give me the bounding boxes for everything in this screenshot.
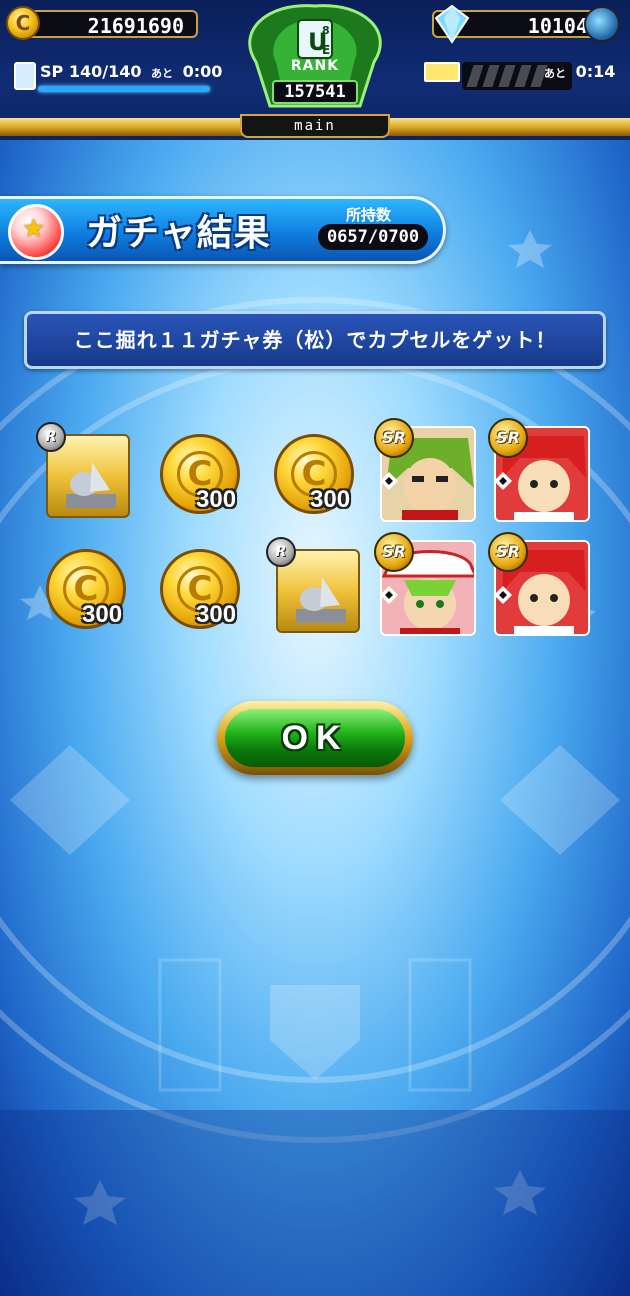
gacha-result-header: ★ ガチャ結果 所持数 0657/0700 <box>0 190 448 268</box>
reward-item-coin[interactable]: C 300 <box>270 430 366 526</box>
top-hud: 21691690 C 10104 SP 140/140 あと 0:00 あと 0… <box>0 0 630 140</box>
coin-amount: 21691690 <box>87 14 184 38</box>
sp-progress-bar <box>38 86 210 92</box>
reward-item-character-sr[interactable]: SR <box>374 532 476 636</box>
coin-quantity: 300 <box>310 486 351 513</box>
sp-card-icon <box>14 62 36 90</box>
ok-button-face: OK <box>225 709 405 767</box>
gem-amount: 10104 <box>527 14 588 38</box>
reward-item-character-sr[interactable]: SR <box>488 532 590 636</box>
rarity-sr-badge: SR <box>488 418 528 458</box>
reward-item-coin[interactable]: C 300 <box>156 545 252 641</box>
sp-status: SP 140/140 あと 0:00 <box>12 58 222 98</box>
coin-quantity: 300 <box>82 601 123 628</box>
reward-item-coin[interactable]: C 300 <box>42 545 138 641</box>
ok-button[interactable]: OK <box>217 701 413 775</box>
svg-text:E: E <box>322 43 330 57</box>
statue-icon <box>66 462 116 508</box>
ok-button-label: OK <box>281 719 349 757</box>
rank-badge[interactable]: U 8 E RANK 157541 <box>236 2 394 120</box>
rarity-sr-badge: SR <box>374 532 414 572</box>
coin-counter[interactable]: 21691690 <box>22 10 198 38</box>
rank-value: 157541 <box>272 80 358 104</box>
sp-remaining-label: あと <box>151 67 174 80</box>
gem-shop-icon[interactable] <box>584 6 620 42</box>
statue-icon <box>296 577 346 623</box>
reward-item-stat-r[interactable]: R <box>266 537 368 641</box>
reward-item-stat-r[interactable]: R <box>36 422 138 526</box>
star-icon: ★ <box>22 214 46 244</box>
stamina-remaining-label: あと <box>544 67 566 80</box>
reward-item-coin[interactable]: C 300 <box>156 430 252 526</box>
coin-quantity: 300 <box>196 486 237 513</box>
page-title: ガチャ結果 <box>86 213 271 254</box>
svg-text:8: 8 <box>322 24 330 37</box>
inventory-label: 所持数 <box>346 206 392 224</box>
coin-icon[interactable]: C <box>6 6 40 40</box>
inventory-count: 0657/0700 <box>318 224 428 250</box>
diamond-gem-icon <box>434 4 470 44</box>
deck-name: main <box>294 118 336 134</box>
deck-name-tab[interactable]: main <box>240 114 390 138</box>
coin-quantity: 300 <box>196 601 237 628</box>
sp-value: 140/140 <box>68 62 142 81</box>
reward-item-character-sr[interactable]: SR <box>488 418 590 522</box>
sp-timer: 0:00 <box>182 62 223 81</box>
stamina-timer: 0:14 <box>575 62 616 81</box>
rank-label: RANK <box>290 58 340 74</box>
rarity-r-badge: R <box>266 537 296 567</box>
result-message: ここ掘れ１１ガチャ券（松）でカプセルをゲット！ <box>24 311 606 369</box>
reward-item-character-sr[interactable]: SR <box>374 418 476 522</box>
rarity-sr-badge: SR <box>488 532 528 572</box>
rarity-r-badge: R <box>36 422 66 452</box>
sp-label: SP <box>40 62 64 81</box>
stamina-status: あと 0:14 <box>424 58 624 98</box>
ticket-icon <box>424 62 460 82</box>
rarity-sr-badge: SR <box>374 418 414 458</box>
